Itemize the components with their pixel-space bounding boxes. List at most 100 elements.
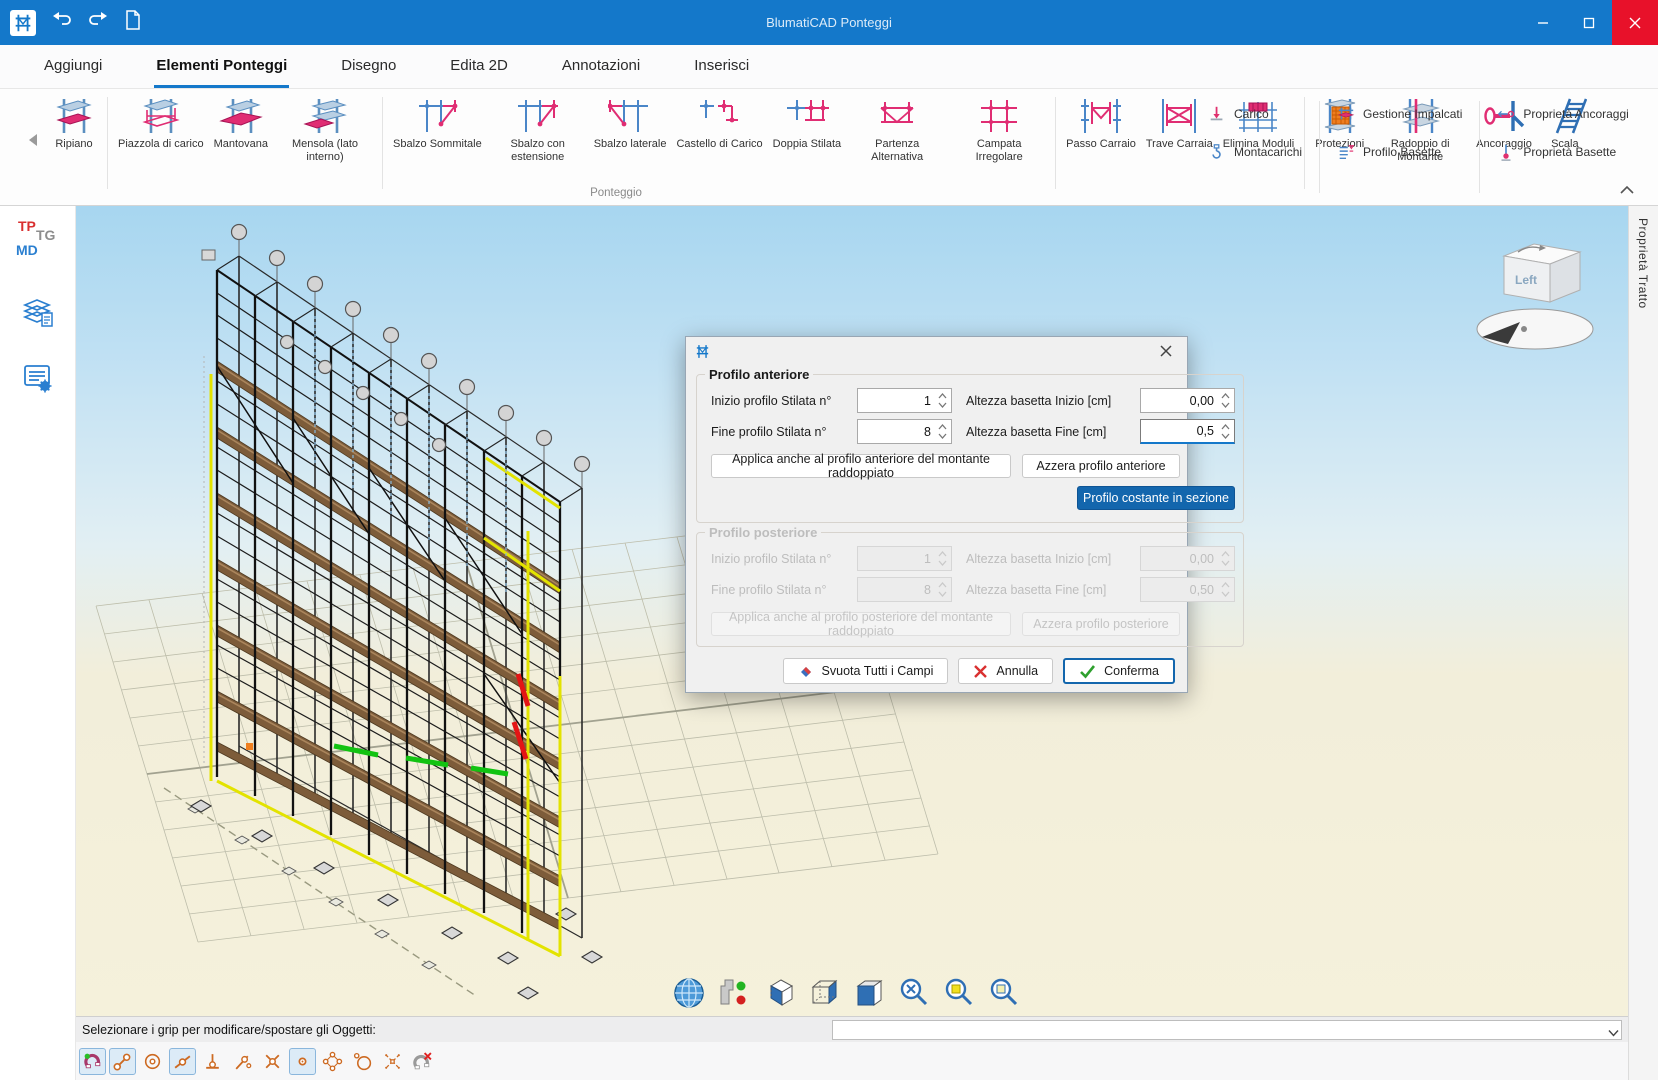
shaded-view-button[interactable]	[850, 974, 888, 1012]
iso-view-button[interactable]	[760, 974, 798, 1012]
gestione-impalcati-icon	[1337, 105, 1355, 123]
mantovana-icon	[218, 96, 264, 136]
ribbon-item-mantovana[interactable]: Mantovana	[209, 95, 273, 151]
spinner-arrows[interactable]	[935, 390, 950, 411]
spinner-arrows	[1218, 548, 1233, 569]
carico-icon	[1208, 105, 1226, 123]
snap-tangent-button[interactable]	[229, 1048, 256, 1075]
tool-gestione-impalcati[interactable]: Gestione Impalcati	[1337, 103, 1462, 125]
passo-carraio-icon	[1078, 96, 1124, 136]
tab-inserisci[interactable]: Inserisci	[692, 45, 751, 88]
ribbon-collapse-button[interactable]	[1614, 179, 1640, 199]
profilo-anteriore-legend: Profilo anteriore	[705, 367, 813, 382]
tab-annotazioni[interactable]: Annotazioni	[560, 45, 642, 88]
zoom-window-button[interactable]	[940, 974, 978, 1012]
snap-clear-button[interactable]	[409, 1048, 436, 1075]
ribbon-separator	[1479, 101, 1480, 193]
snap-midpoint-button[interactable]	[169, 1048, 196, 1075]
sbalzo-sommitale-icon	[414, 96, 460, 136]
command-input[interactable]	[832, 1020, 1622, 1040]
view-globe-button[interactable]	[670, 974, 708, 1012]
proprieta-basette-icon	[1497, 143, 1515, 161]
zoom-extents-button[interactable]	[895, 974, 933, 1012]
snap-quadrant-button[interactable]	[319, 1048, 346, 1075]
campata-icon	[976, 96, 1022, 136]
snap-toggle-button[interactable]	[79, 1048, 106, 1075]
visibility-icon	[717, 976, 751, 1010]
tool-proprieta-basette[interactable]: Proprietà Basette	[1497, 141, 1628, 163]
snap-node-button[interactable]	[289, 1048, 316, 1075]
zoom-window-icon	[942, 976, 976, 1010]
tab-elementi-ponteggi[interactable]: Elementi Ponteggi	[154, 45, 289, 88]
application-window: BlumatiCAD Ponteggi Aggiungi Elementi Po…	[0, 0, 1658, 1080]
wireframe-view-button[interactable]	[805, 974, 843, 1012]
minimize-button[interactable]	[1520, 0, 1566, 45]
sbalzo-laterale-icon	[607, 96, 653, 136]
proprieta-tratto-label: Proprietà Tratto	[1636, 218, 1650, 309]
applica-posteriore-button: Applica anche al profilo posteriore del …	[711, 612, 1011, 636]
ribbon-item-sbalzo-con-estensione[interactable]: Sbalzo con estensione	[487, 95, 589, 164]
tool-carico[interactable]: Carico	[1208, 103, 1302, 125]
applica-anteriore-button[interactable]: Applica anche al profilo anteriore del m…	[711, 454, 1011, 478]
profilo-anteriore-group: Profilo anteriore Inizio profilo Stilata…	[696, 367, 1244, 523]
ripiano-icon	[51, 96, 97, 136]
sbalzo-estensione-icon	[515, 96, 561, 136]
montacarichi-icon	[1208, 143, 1226, 161]
profilo-basette-dialog: Profilo anteriore Inizio profilo Stilata…	[685, 336, 1188, 693]
svuota-tutti-i-campi-button[interactable]: Svuota Tutti i Campi	[783, 658, 949, 684]
piazzola-icon	[138, 96, 184, 136]
dialog-close-button[interactable]	[1153, 340, 1179, 362]
report-settings-button[interactable]	[18, 358, 58, 398]
snap-apparent-intersection-button[interactable]	[379, 1048, 406, 1075]
ribbon-tab-bar: Aggiungi Elementi Ponteggi Disegno Edita…	[0, 45, 1658, 88]
right-panel-tab[interactable]: Proprietà Tratto	[1628, 206, 1658, 1080]
dialog-title-bar[interactable]	[686, 337, 1187, 365]
spinner-arrows[interactable]	[1218, 390, 1233, 411]
conferma-button[interactable]: Conferma	[1063, 658, 1175, 684]
new-document-icon[interactable]	[124, 10, 142, 35]
annulla-button[interactable]: Annulla	[958, 658, 1053, 684]
snap-intersection-button[interactable]	[259, 1048, 286, 1075]
snap-quadrant-icon	[322, 1051, 343, 1072]
visibility-button[interactable]	[715, 974, 753, 1012]
ribbon-item-doppia-stilata[interactable]: Doppia Stilata	[768, 95, 847, 151]
snap-nearest-button[interactable]	[349, 1048, 376, 1075]
spinner-arrows[interactable]	[935, 421, 950, 442]
ribbon-item-passo-carraio[interactable]: Passo Carraio	[1061, 95, 1141, 151]
close-button[interactable]	[1612, 0, 1658, 45]
nav-cube-face-label: Left	[1515, 273, 1537, 287]
redo-icon[interactable]	[88, 11, 108, 34]
azzera-anteriore-button[interactable]: Azzera profilo anteriore	[1022, 454, 1180, 478]
zoom-previous-button[interactable]	[985, 974, 1023, 1012]
ribbon-scroll-left-button[interactable]	[24, 127, 42, 153]
ribbon-item-sbalzo-sommitale[interactable]: Sbalzo Sommitale	[388, 95, 487, 151]
tab-aggiungi[interactable]: Aggiungi	[42, 45, 104, 88]
layers-button[interactable]	[18, 292, 58, 332]
profilo-costante-button[interactable]: Profilo costante in sezione	[1077, 486, 1235, 510]
snap-tangent-icon	[232, 1051, 253, 1072]
snap-magnet-icon	[82, 1051, 103, 1072]
snap-perpendicular-button[interactable]	[199, 1048, 226, 1075]
tool-montacarichi[interactable]: Montacarichi	[1208, 141, 1302, 163]
ribbon-item-castello-di-carico[interactable]: Castello di Carico	[671, 95, 767, 151]
cancel-x-icon	[973, 664, 988, 679]
confirm-check-icon	[1079, 664, 1096, 679]
tool-profilo-basette[interactable]: Profilo Basette	[1337, 141, 1462, 163]
spinner-arrows[interactable]	[1218, 421, 1233, 442]
navigation-cube[interactable]: Left	[1460, 234, 1610, 354]
command-history-dropdown-icon[interactable]	[1608, 1024, 1619, 1042]
tab-disegno[interactable]: Disegno	[339, 45, 398, 88]
undo-icon[interactable]	[52, 11, 72, 34]
snap-center-button[interactable]	[139, 1048, 166, 1075]
tab-edita-2d[interactable]: Edita 2D	[448, 45, 510, 88]
wireframe-cube-icon	[807, 976, 841, 1010]
ribbon-item-mensola-lato-interno[interactable]: Mensola (lato interno)	[273, 95, 377, 164]
maximize-button[interactable]	[1566, 0, 1612, 45]
ribbon-item-ripiano[interactable]: Ripiano	[46, 95, 102, 151]
ribbon-item-campata-irregolare[interactable]: Campata Irregolare	[948, 95, 1050, 164]
ribbon-item-partenza-alternativa[interactable]: Partenza Alternativa	[846, 95, 948, 164]
tool-proprieta-ancoraggi[interactable]: Proprietà Ancoraggi	[1497, 103, 1628, 125]
snap-endpoint-button[interactable]	[109, 1048, 136, 1075]
ribbon-item-sbalzo-laterale[interactable]: Sbalzo laterale	[589, 95, 672, 151]
ribbon-item-piazzola-di-carico[interactable]: Piazzola di carico	[113, 95, 209, 151]
